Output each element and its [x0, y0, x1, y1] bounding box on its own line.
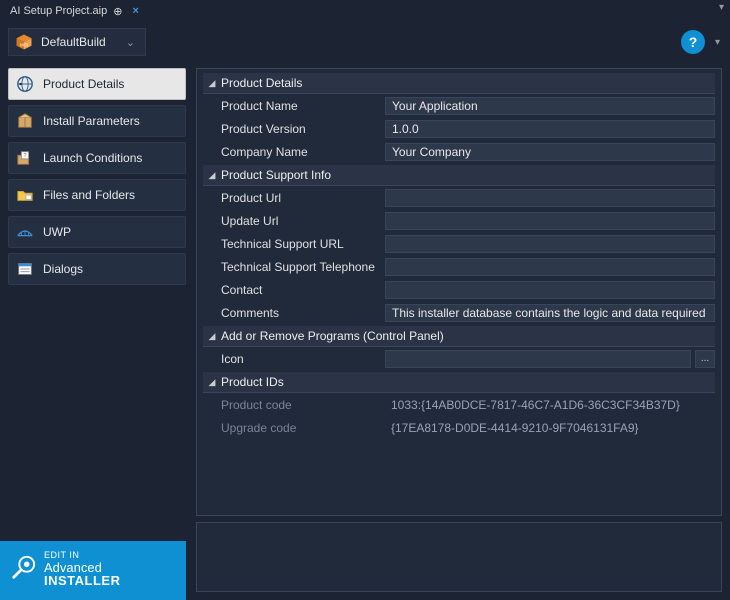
build-select[interactable]: MSI DefaultBuild ⌄: [8, 28, 146, 56]
tab-menu-caret-icon[interactable]: ▾: [719, 2, 724, 13]
input-comments[interactable]: [385, 304, 715, 322]
file-tab[interactable]: AI Setup Project.aip ⊕ ×: [0, 0, 149, 22]
collapse-icon: ◢: [207, 331, 217, 342]
tab-title: AI Setup Project.aip: [10, 5, 107, 17]
input-tech-url[interactable]: [385, 235, 715, 253]
label-comments: Comments: [203, 306, 385, 320]
edit-in-advanced-installer[interactable]: EDIT IN Advanced INSTALLER: [0, 541, 186, 600]
collapse-icon: ◢: [207, 377, 217, 388]
toolbar: MSI DefaultBuild ⌄ ? ▾: [0, 22, 730, 62]
dialog-icon: [15, 259, 35, 279]
sidebar-item-files-folders[interactable]: Files and Folders: [8, 179, 186, 211]
sidebar-label: UWP: [43, 225, 71, 239]
collapse-icon: ◢: [207, 170, 217, 181]
label-tech-url: Technical Support URL: [203, 237, 385, 251]
folder-icon: [15, 185, 35, 205]
globe-icon: [15, 74, 35, 94]
sidebar-label: Install Parameters: [43, 114, 140, 128]
sidebar-label: Product Details: [43, 77, 124, 91]
input-update-url[interactable]: [385, 212, 715, 230]
help-button[interactable]: ?: [681, 30, 705, 54]
tab-strip: AI Setup Project.aip ⊕ × ▾: [0, 0, 730, 22]
value-upgrade-code: {17EA8178-D0DE-4414-9210-9F7046131FA9}: [385, 421, 715, 435]
sidebar-item-dialogs[interactable]: Dialogs: [8, 253, 186, 285]
section-product-ids[interactable]: ◢ Product IDs: [203, 372, 715, 393]
description-panel: [196, 522, 722, 592]
label-icon: Icon: [203, 352, 385, 366]
sidebar-label: Files and Folders: [43, 188, 135, 202]
section-product-details[interactable]: ◢ Product Details: [203, 73, 715, 94]
ai-logo-icon: [10, 555, 36, 584]
msi-box-icon: MSI: [15, 33, 33, 51]
sidebar: Product Details Install Parameters ? Lau…: [8, 68, 186, 592]
body: Product Details Install Parameters ? Lau…: [0, 62, 730, 600]
svg-text:?: ?: [24, 153, 27, 159]
label-product-name: Product Name: [203, 99, 385, 113]
svg-text:MSI: MSI: [20, 43, 28, 48]
section-product-support-info[interactable]: ◢ Product Support Info: [203, 165, 715, 186]
input-icon[interactable]: [385, 350, 691, 368]
properties-panel: ◢ Product Details Product Name Product V…: [196, 68, 722, 516]
sidebar-item-install-parameters[interactable]: Install Parameters: [8, 105, 186, 137]
input-product-name[interactable]: [385, 97, 715, 115]
section-arp[interactable]: ◢ Add or Remove Programs (Control Panel): [203, 326, 715, 347]
conditions-icon: ?: [15, 148, 35, 168]
chevron-down-icon: ⌄: [126, 36, 135, 49]
main-column: ◢ Product Details Product Name Product V…: [196, 68, 722, 592]
input-product-version[interactable]: [385, 120, 715, 138]
help-caret-icon[interactable]: ▾: [715, 37, 720, 48]
label-product-code: Product code: [203, 398, 385, 412]
label-company-name: Company Name: [203, 145, 385, 159]
build-label: DefaultBuild: [41, 35, 106, 49]
input-tech-tel[interactable]: [385, 258, 715, 276]
sidebar-label: Launch Conditions: [43, 151, 142, 165]
close-icon[interactable]: ×: [128, 5, 142, 17]
edit-in-labels: EDIT IN Advanced INSTALLER: [44, 551, 120, 588]
question-icon: ?: [689, 34, 698, 50]
sidebar-item-uwp[interactable]: UWP: [8, 216, 186, 248]
label-update-url: Update Url: [203, 214, 385, 228]
label-product-url: Product Url: [203, 191, 385, 205]
label-product-version: Product Version: [203, 122, 385, 136]
sidebar-item-launch-conditions[interactable]: ? Launch Conditions: [8, 142, 186, 174]
browse-icon-button[interactable]: ...: [695, 350, 715, 368]
collapse-icon: ◢: [207, 78, 217, 89]
sidebar-label: Dialogs: [43, 262, 83, 276]
input-company-name[interactable]: [385, 143, 715, 161]
label-upgrade-code: Upgrade code: [203, 421, 385, 435]
label-tech-tel: Technical Support Telephone: [203, 260, 385, 274]
label-contact: Contact: [203, 283, 385, 297]
sidebar-item-product-details[interactable]: Product Details: [8, 68, 186, 100]
pin-icon[interactable]: ⊕: [113, 5, 122, 18]
package-icon: [15, 111, 35, 131]
bridge-icon: [15, 222, 35, 242]
input-contact[interactable]: [385, 281, 715, 299]
value-product-code: 1033:{14AB0DCE-7817-46C7-A1D6-36C3CF34B3…: [385, 398, 715, 412]
input-product-url[interactable]: [385, 189, 715, 207]
